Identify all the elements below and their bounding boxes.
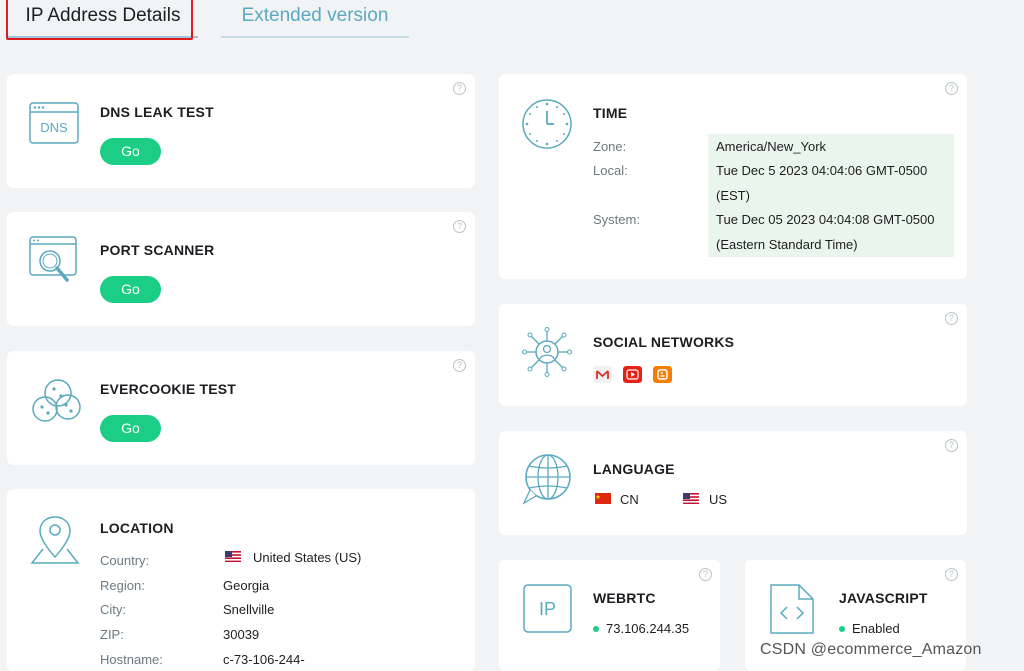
- card-title: SOCIAL NETWORKS: [593, 334, 735, 350]
- card-title: TIME: [593, 105, 628, 121]
- region-value: Georgia: [223, 578, 270, 593]
- status-dot: [839, 626, 845, 632]
- network-icon: [522, 327, 572, 377]
- zip-label: ZIP:: [100, 627, 124, 642]
- globe-icon: [522, 454, 571, 505]
- dns-leak-test-card: ? DNS DNS LEAK TEST Go: [7, 74, 475, 188]
- us-flag-icon: [225, 551, 241, 562]
- youtube-icon[interactable]: [623, 366, 642, 383]
- help-icon[interactable]: ?: [945, 439, 958, 452]
- clock-icon: [522, 99, 572, 149]
- help-icon[interactable]: ?: [453, 220, 466, 233]
- local-label: Local:: [593, 163, 628, 178]
- map-pin-icon: [30, 516, 80, 564]
- magnifier-window-icon: [29, 236, 77, 282]
- blogger-icon[interactable]: [653, 366, 672, 383]
- time-card: ? TIME Zone: America/New_York Local: Tue…: [499, 74, 967, 279]
- tab-extended-version[interactable]: Extended version: [221, 0, 409, 38]
- help-icon[interactable]: ?: [945, 82, 958, 95]
- local-value-line2: (EST): [716, 188, 750, 203]
- dns-icon: DNS: [29, 102, 79, 144]
- city-value: Snellville: [223, 602, 275, 617]
- card-title: WEBRTC: [593, 590, 656, 606]
- hostname-label: Hostname:: [100, 652, 163, 667]
- watermark: CSDN @ecommerce_Amazon: [760, 641, 982, 658]
- local-value-line1: Tue Dec 5 2023 04:04:06 GMT-0500: [716, 163, 928, 178]
- webrtc-card: ? IP WEBRTC 73.106.244.35: [499, 560, 720, 671]
- system-value-line2: (Eastern Standard Time): [716, 237, 858, 252]
- help-icon[interactable]: ?: [453, 82, 466, 95]
- tab-bar: IP Address Details Extended version: [0, 0, 1024, 50]
- help-icon[interactable]: ?: [699, 568, 712, 581]
- hostname-value: c-73-106-244-: [223, 652, 305, 667]
- port-go-button[interactable]: Go: [100, 276, 161, 303]
- dns-go-button[interactable]: Go: [100, 138, 161, 165]
- card-title: PORT SCANNER: [100, 242, 215, 258]
- social-networks-card: ? SOCIAL NETWORKS: [499, 304, 967, 406]
- javascript-status-value: Enabled: [852, 621, 900, 636]
- card-title: JAVASCRIPT: [839, 590, 928, 606]
- zone-value: America/New_York: [716, 139, 827, 154]
- zone-label: Zone:: [593, 139, 627, 154]
- us-flag-icon: [683, 493, 699, 504]
- tab-label: Extended version: [241, 5, 389, 26]
- code-file-icon: [770, 584, 814, 634]
- location-card: LOCATION Country: United States (US) Reg…: [7, 489, 475, 671]
- help-icon[interactable]: ?: [945, 568, 958, 581]
- webrtc-ip-value: 73.106.244.35: [606, 621, 690, 636]
- region-label: Region:: [100, 578, 145, 593]
- tab-ip-address-details[interactable]: IP Address Details: [6, 0, 198, 40]
- language-cn: CN: [620, 492, 639, 507]
- china-flag-icon: [595, 493, 611, 504]
- system-value-line1: Tue Dec 05 2023 04:04:08 GMT-0500: [716, 212, 935, 227]
- svg-text:DNS: DNS: [40, 120, 68, 135]
- help-icon[interactable]: ?: [453, 359, 466, 372]
- ip-icon: IP: [523, 584, 572, 633]
- help-icon[interactable]: ?: [945, 312, 958, 325]
- svg-text:IP: IP: [539, 599, 556, 619]
- country-label: Country:: [100, 553, 150, 568]
- card-title: EVERCOOKIE TEST: [100, 381, 237, 397]
- evercookie-test-card: ? EVERCOOKIE TEST Go: [7, 351, 475, 465]
- city-label: City:: [100, 602, 126, 617]
- language-us: US: [709, 492, 728, 507]
- highlight-box: [6, 0, 193, 40]
- gmail-icon[interactable]: [593, 366, 612, 383]
- card-title: DNS LEAK TEST: [100, 104, 214, 120]
- port-scanner-card: ? PORT SCANNER Go: [7, 212, 475, 326]
- card-title: LANGUAGE: [593, 461, 675, 477]
- evercookie-go-button[interactable]: Go: [100, 415, 161, 442]
- country-value: United States (US): [253, 550, 362, 565]
- status-dot: [593, 626, 599, 632]
- card-title: LOCATION: [100, 520, 174, 536]
- cookie-icon: [32, 379, 81, 422]
- language-card: ? LANGUAGE CN US: [499, 431, 967, 535]
- zip-value: 30039: [223, 627, 260, 642]
- system-label: System:: [593, 212, 640, 227]
